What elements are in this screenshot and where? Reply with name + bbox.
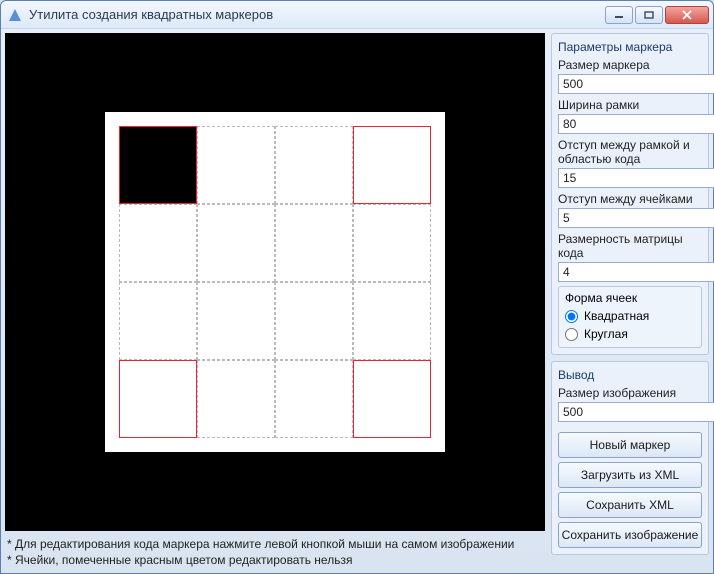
marker-size-input[interactable]: [558, 74, 714, 94]
cell-2-1: [197, 282, 275, 360]
cell-2-0: [119, 282, 197, 360]
window: Утилита создания квадратных маркеров: [0, 0, 714, 574]
cell-3-0: [119, 360, 197, 438]
marker-image: [105, 112, 445, 452]
app-icon: [7, 7, 23, 23]
new-marker-button[interactable]: Новый маркер: [558, 432, 702, 458]
shape-title: Форма ячеек: [565, 291, 695, 305]
frame-gap-label: Отступ между рамкой и областью кода: [558, 138, 702, 166]
hints: * Для редактирования кода маркера нажмит…: [5, 531, 545, 569]
cell-1-0: [119, 204, 197, 282]
cell-1-2: [275, 204, 353, 282]
client-area: * Для редактирования кода маркера нажмит…: [1, 29, 713, 573]
cell-1-3: [353, 204, 431, 282]
image-size-label: Размер изображения: [558, 386, 702, 400]
output-title: Вывод: [558, 368, 702, 382]
cell-0-0: [119, 126, 197, 204]
params-title: Параметры маркера: [558, 40, 702, 54]
window-title: Утилита создания квадратных маркеров: [29, 7, 605, 22]
preview-canvas[interactable]: [5, 33, 545, 531]
shape-round-label: Круглая: [584, 327, 628, 341]
minimize-button[interactable]: [605, 6, 633, 24]
maximize-button[interactable]: [635, 6, 663, 24]
hint-1: * Для редактирования кода маркера нажмит…: [7, 537, 543, 551]
save-xml-button[interactable]: Сохранить XML: [558, 492, 702, 518]
shape-square-label: Квадратная: [584, 309, 649, 323]
frame-width-input[interactable]: [558, 114, 714, 134]
load-xml-button[interactable]: Загрузить из XML: [558, 462, 702, 488]
marker-grid: [119, 126, 431, 438]
marker-size-label: Размер маркера: [558, 58, 702, 72]
cell-gap-input[interactable]: [558, 208, 714, 228]
matrix-input[interactable]: [558, 262, 714, 282]
cell-1-1: [197, 204, 275, 282]
hint-2: * Ячейки, помеченные красным цветом реда…: [7, 553, 543, 567]
cell-gap-label: Отступ между ячейками: [558, 192, 702, 206]
save-image-button[interactable]: Сохранить изображение: [558, 522, 702, 548]
cell-0-2: [275, 126, 353, 204]
image-size-input[interactable]: [558, 402, 714, 422]
cell-3-2: [275, 360, 353, 438]
shape-round-radio[interactable]: Круглая: [565, 327, 695, 341]
frame-width-label: Ширина рамки: [558, 98, 702, 112]
cell-3-3: [353, 360, 431, 438]
params-group: Параметры маркера Размер маркера ▲▼ Шири…: [551, 33, 709, 355]
close-button[interactable]: [665, 6, 709, 24]
cell-3-1: [197, 360, 275, 438]
cell-2-3: [353, 282, 431, 360]
cell-0-1: [197, 126, 275, 204]
matrix-label: Размерность матрицы кода: [558, 232, 702, 260]
output-group: Вывод Размер изображения ▲▼ Новый маркер…: [551, 361, 709, 555]
shape-group: Форма ячеек Квадратная Круглая: [558, 286, 702, 348]
cell-0-3: [353, 126, 431, 204]
titlebar: Утилита создания квадратных маркеров: [1, 1, 713, 29]
cell-2-2: [275, 282, 353, 360]
shape-square-radio[interactable]: Квадратная: [565, 309, 695, 323]
frame-gap-input[interactable]: [558, 168, 714, 188]
